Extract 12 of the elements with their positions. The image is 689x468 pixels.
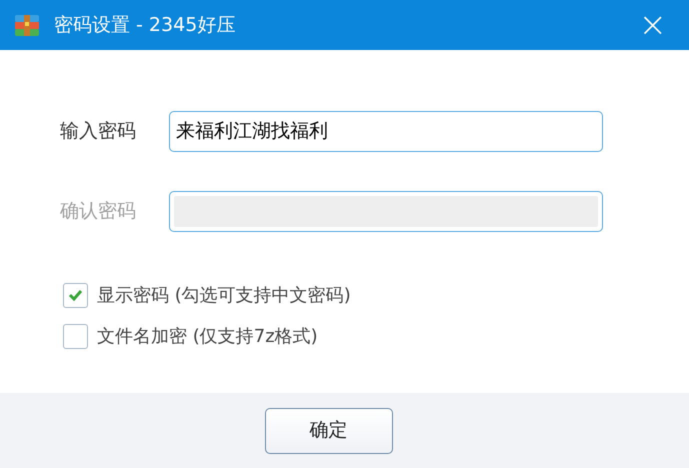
close-button[interactable]: × — [630, 8, 675, 42]
ok-button[interactable]: 确定 — [264, 408, 392, 454]
field-label: 确认密码 — [60, 199, 137, 224]
field-label: 输入密码 — [60, 119, 137, 144]
checkbox-label: 显示密码 (勾选可支持中文密码) — [97, 284, 351, 308]
password-field[interactable]: 来福利江湖找福利 — [169, 111, 603, 152]
checkbox-label: 文件名加密 (仅支持7z格式) — [97, 324, 318, 348]
window-title: 密码设置 - 2345好压 — [54, 12, 236, 38]
checkbox[interactable] — [63, 282, 88, 308]
checkmark-icon — [68, 289, 83, 301]
checkbox[interactable] — [63, 324, 88, 348]
archive-app-icon — [14, 13, 40, 37]
